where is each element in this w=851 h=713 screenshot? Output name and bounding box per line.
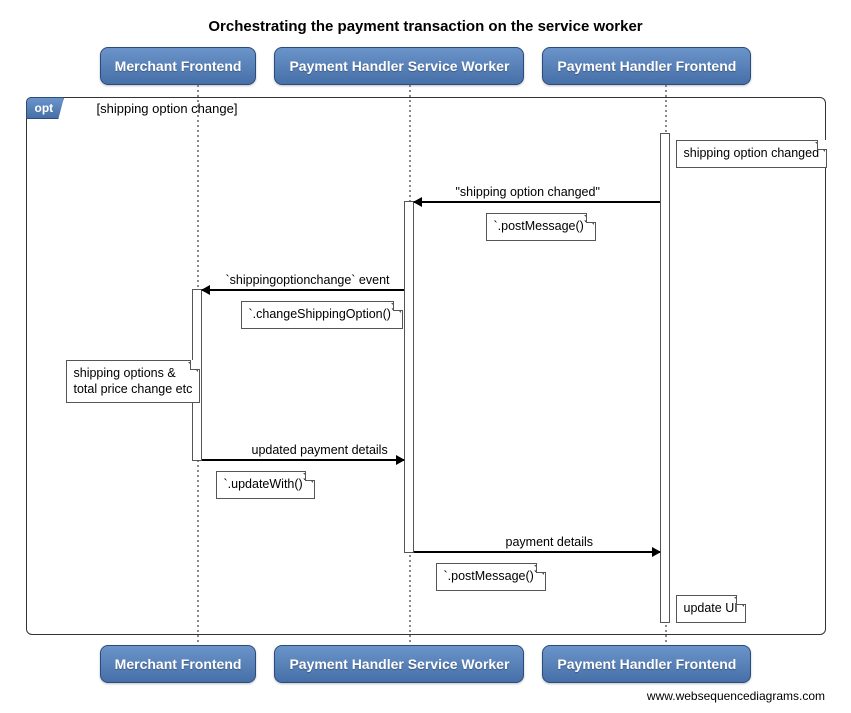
note-update-ui: update UI [676,595,746,623]
note-text-line1: shipping options & [74,366,176,380]
note-fold-icon [305,471,315,481]
participants-top: Merchant Frontend Payment Handler Servic… [10,47,841,85]
opt-tag: opt [26,97,65,119]
participant-merchant-frontend: Merchant Frontend [100,47,257,85]
arrow-m1 [414,201,660,203]
participant-payment-handler-sw-bottom: Payment Handler Service Worker [274,645,524,683]
note-text: shipping option changed [684,146,820,160]
opt-guard: [shipping option change] [97,101,238,116]
msg-shippingoptionchange-event: `shippingoptionchange` event [226,273,390,287]
note-fold-icon [817,140,827,150]
note-text: `.changeShippingOption()` [249,307,396,321]
note-fold-icon [586,213,596,223]
participant-merchant-frontend-bottom: Merchant Frontend [100,645,257,683]
participant-payment-handler-frontend: Payment Handler Frontend [542,47,751,85]
participant-payment-handler-frontend-bottom: Payment Handler Frontend [542,645,751,683]
note-fold-icon [190,360,200,370]
note-changeshippingoption: `.changeShippingOption()` [241,301,404,329]
note-text: `.updateWith()` [224,477,307,491]
activation-p3 [660,133,670,623]
activation-p2 [404,201,414,553]
note-fold-icon [736,595,746,605]
arrow-m3 [202,459,404,461]
note-postmessage-1: `.postMessage()` [486,213,596,241]
note-shipping-options-price: shipping options & total price change et… [66,360,201,403]
note-postmessage-2: `.postMessage()` [436,563,546,591]
note-fold-icon [393,301,403,311]
note-text: `.postMessage()` [494,219,588,233]
note-text: `.postMessage()` [444,569,538,583]
diagram-title: Orchestrating the payment transaction on… [10,18,841,35]
msg-payment-details: payment details [506,535,594,549]
note-updatewith: `.updateWith()` [216,471,315,499]
note-text: update UI [684,601,738,615]
note-text-line2: total price change etc [74,382,193,396]
note-shipping-option-changed: shipping option changed [676,140,828,168]
msg-shipping-option-changed: "shipping option changed" [456,185,600,199]
arrow-m4 [414,551,660,553]
footer-credit: www.websequencediagrams.com [10,689,825,703]
arrow-m2 [202,289,404,291]
msg-updated-payment-details: updated payment details [252,443,388,457]
note-fold-icon [536,563,546,573]
participants-bottom: Merchant Frontend Payment Handler Servic… [10,645,841,683]
participant-payment-handler-sw: Payment Handler Service Worker [274,47,524,85]
sequence-diagram-body: opt [shipping option change] shipping op… [16,85,836,645]
